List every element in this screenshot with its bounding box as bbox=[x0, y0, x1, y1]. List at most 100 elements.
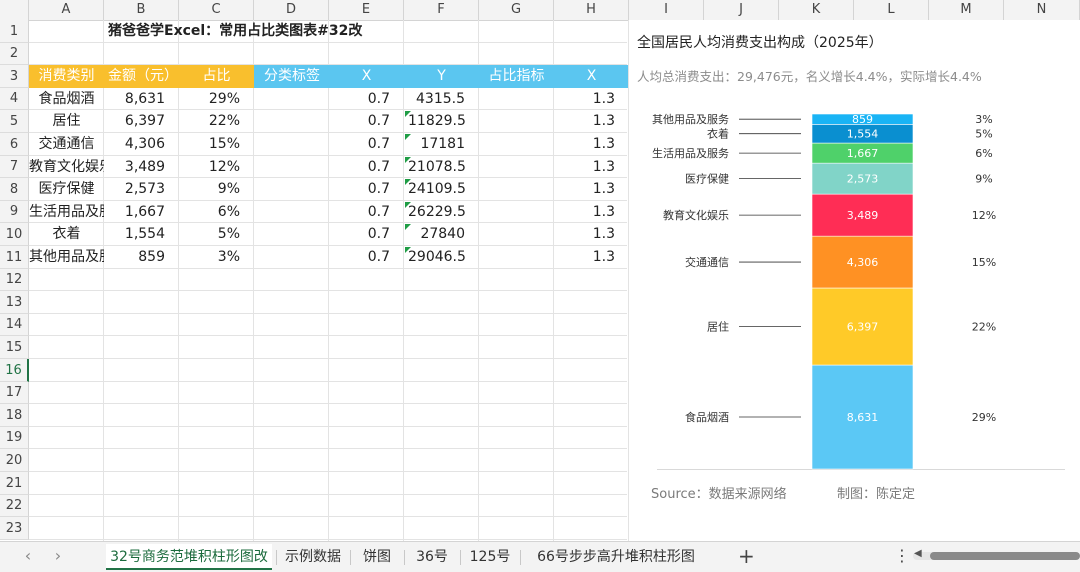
row-header-3[interactable]: 3 bbox=[0, 65, 29, 88]
row-header-18[interactable]: 18 bbox=[0, 404, 29, 427]
table-cell-pct[interactable]: 5% bbox=[179, 223, 254, 246]
table-cell-x[interactable]: 0.7 bbox=[329, 223, 404, 246]
column-header-c[interactable]: C bbox=[179, 0, 254, 20]
table-cell-x[interactable]: 0.7 bbox=[329, 88, 404, 110]
row-header-13[interactable]: 13 bbox=[0, 291, 29, 314]
row-header-4[interactable]: 4 bbox=[0, 88, 29, 110]
table-cell-y[interactable]: 29046.5 bbox=[404, 246, 479, 269]
column-header-k[interactable]: K bbox=[779, 0, 854, 20]
sheet-tab[interactable]: 125号 bbox=[464, 544, 516, 570]
table-cell-x2[interactable]: 1.3 bbox=[554, 246, 629, 269]
column-header-j[interactable]: J bbox=[704, 0, 779, 20]
row-header-6[interactable]: 6 bbox=[0, 133, 29, 156]
table-cell-x[interactable]: 0.7 bbox=[329, 133, 404, 156]
column-header-b[interactable]: B bbox=[104, 0, 179, 20]
table-cell-amount[interactable]: 3,489 bbox=[104, 156, 179, 178]
row-header-22[interactable]: 22 bbox=[0, 495, 29, 517]
table-cell-x[interactable]: 0.7 bbox=[329, 110, 404, 133]
row-header-7[interactable]: 7 bbox=[0, 156, 29, 178]
table-cell-x2[interactable]: 1.3 bbox=[554, 201, 629, 223]
table-cell-amount[interactable]: 859 bbox=[104, 246, 179, 269]
table-cell-x[interactable]: 0.7 bbox=[329, 201, 404, 223]
column-header-d[interactable]: D bbox=[254, 0, 329, 20]
table-cell-y[interactable]: 21078.5 bbox=[404, 156, 479, 178]
table-cell-cat[interactable]: 其他用品及服务 bbox=[29, 246, 104, 269]
table-header-cell[interactable]: X bbox=[554, 65, 629, 88]
table-header-cell[interactable]: 消费类别 bbox=[29, 65, 104, 88]
column-header-n[interactable]: N bbox=[1004, 0, 1080, 20]
table-cell-pct[interactable]: 3% bbox=[179, 246, 254, 269]
table-cell-x2[interactable]: 1.3 bbox=[554, 178, 629, 201]
row-header-20[interactable]: 20 bbox=[0, 449, 29, 472]
row-header-8[interactable]: 8 bbox=[0, 178, 29, 201]
row-header-9[interactable]: 9 bbox=[0, 201, 29, 223]
row-header-11[interactable]: 11 bbox=[0, 246, 29, 269]
table-cell-x2[interactable]: 1.3 bbox=[554, 156, 629, 178]
row-header-10[interactable]: 10 bbox=[0, 223, 29, 246]
row-header-17[interactable]: 17 bbox=[0, 382, 29, 404]
table-cell-cat[interactable]: 生活用品及服务 bbox=[29, 201, 104, 223]
table-header-cell[interactable]: X bbox=[329, 65, 404, 88]
row-header-14[interactable]: 14 bbox=[0, 314, 29, 336]
table-cell-pct[interactable]: 9% bbox=[179, 178, 254, 201]
table-cell-cat[interactable]: 食品烟酒 bbox=[29, 88, 104, 110]
column-header-m[interactable]: M bbox=[929, 0, 1004, 20]
sheet-tab[interactable]: 66号步步高升堆积柱形图 bbox=[524, 544, 708, 570]
table-cell-x2[interactable]: 1.3 bbox=[554, 133, 629, 156]
column-header-g[interactable]: G bbox=[479, 0, 554, 20]
row-header-21[interactable]: 21 bbox=[0, 472, 29, 495]
table-header-cell[interactable]: Y bbox=[404, 65, 479, 88]
table-header-cell[interactable]: 占比指标 bbox=[479, 65, 554, 88]
table-cell-y[interactable]: 11829.5 bbox=[404, 110, 479, 133]
table-cell-x2[interactable]: 1.3 bbox=[554, 88, 629, 110]
table-cell-x[interactable]: 0.7 bbox=[329, 156, 404, 178]
table-cell-pct[interactable]: 12% bbox=[179, 156, 254, 178]
chart-panel[interactable]: 全国居民人均消费支出构成（2025年） 人均总消费支出：29,476元，名义增长… bbox=[628, 20, 1080, 518]
scroll-left-icon[interactable]: ◀ bbox=[914, 548, 922, 559]
sheet-tab[interactable]: 饼图 bbox=[354, 544, 400, 570]
row-header-12[interactable]: 12 bbox=[0, 269, 29, 291]
column-header-i[interactable]: I bbox=[629, 0, 704, 20]
row-header-5[interactable]: 5 bbox=[0, 110, 29, 133]
table-cell-pct[interactable]: 29% bbox=[179, 88, 254, 110]
select-all-corner[interactable] bbox=[0, 0, 29, 20]
table-cell-pct[interactable]: 15% bbox=[179, 133, 254, 156]
row-header-23[interactable]: 23 bbox=[0, 517, 29, 540]
row-header-19[interactable]: 19 bbox=[0, 427, 29, 449]
table-cell-x2[interactable]: 1.3 bbox=[554, 110, 629, 133]
table-cell-amount[interactable]: 1,667 bbox=[104, 201, 179, 223]
table-cell-cat[interactable]: 居住 bbox=[29, 110, 104, 133]
table-cell-pct[interactable]: 6% bbox=[179, 201, 254, 223]
table-cell-y[interactable]: 24109.5 bbox=[404, 178, 479, 201]
table-cell-cat[interactable]: 交通通信 bbox=[29, 133, 104, 156]
table-cell-x[interactable]: 0.7 bbox=[329, 178, 404, 201]
row-header-16[interactable]: 16 bbox=[0, 359, 29, 382]
sheet-tab[interactable]: 示例数据 bbox=[280, 544, 346, 570]
table-cell-y[interactable]: 4315.5 bbox=[404, 88, 479, 110]
column-header-h[interactable]: H bbox=[554, 0, 629, 20]
table-cell-y[interactable]: 17181 bbox=[404, 133, 479, 156]
table-cell-amount[interactable]: 6,397 bbox=[104, 110, 179, 133]
sheet-tab[interactable]: 36号 bbox=[408, 544, 456, 570]
column-header-a[interactable]: A bbox=[29, 0, 104, 20]
row-header-15[interactable]: 15 bbox=[0, 336, 29, 359]
table-cell-amount[interactable]: 1,554 bbox=[104, 223, 179, 246]
table-cell-y[interactable]: 26229.5 bbox=[404, 201, 479, 223]
column-header-e[interactable]: E bbox=[329, 0, 404, 20]
table-cell-amount[interactable]: 2,573 bbox=[104, 178, 179, 201]
table-cell-cat[interactable]: 衣着 bbox=[29, 223, 104, 246]
column-header-f[interactable]: F bbox=[404, 0, 479, 20]
table-cell-cat[interactable]: 医疗保健 bbox=[29, 178, 104, 201]
table-cell-amount[interactable]: 4,306 bbox=[104, 133, 179, 156]
horizontal-scrollbar-thumb[interactable] bbox=[930, 552, 1080, 560]
table-cell-y[interactable]: 27840 bbox=[404, 223, 479, 246]
chevron-right-icon[interactable]: › bbox=[48, 546, 68, 565]
chevron-left-icon[interactable]: ‹ bbox=[18, 546, 38, 565]
sheet-tab[interactable]: 32号商务范堆积柱形图改 bbox=[106, 544, 272, 570]
row-header-1[interactable]: 1 bbox=[0, 20, 29, 43]
table-header-cell[interactable]: 分类标签 bbox=[254, 65, 329, 88]
column-header-l[interactable]: L bbox=[854, 0, 929, 20]
table-header-cell[interactable]: 占比 bbox=[179, 65, 254, 88]
table-cell-x[interactable]: 0.7 bbox=[329, 246, 404, 269]
table-cell-x2[interactable]: 1.3 bbox=[554, 223, 629, 246]
